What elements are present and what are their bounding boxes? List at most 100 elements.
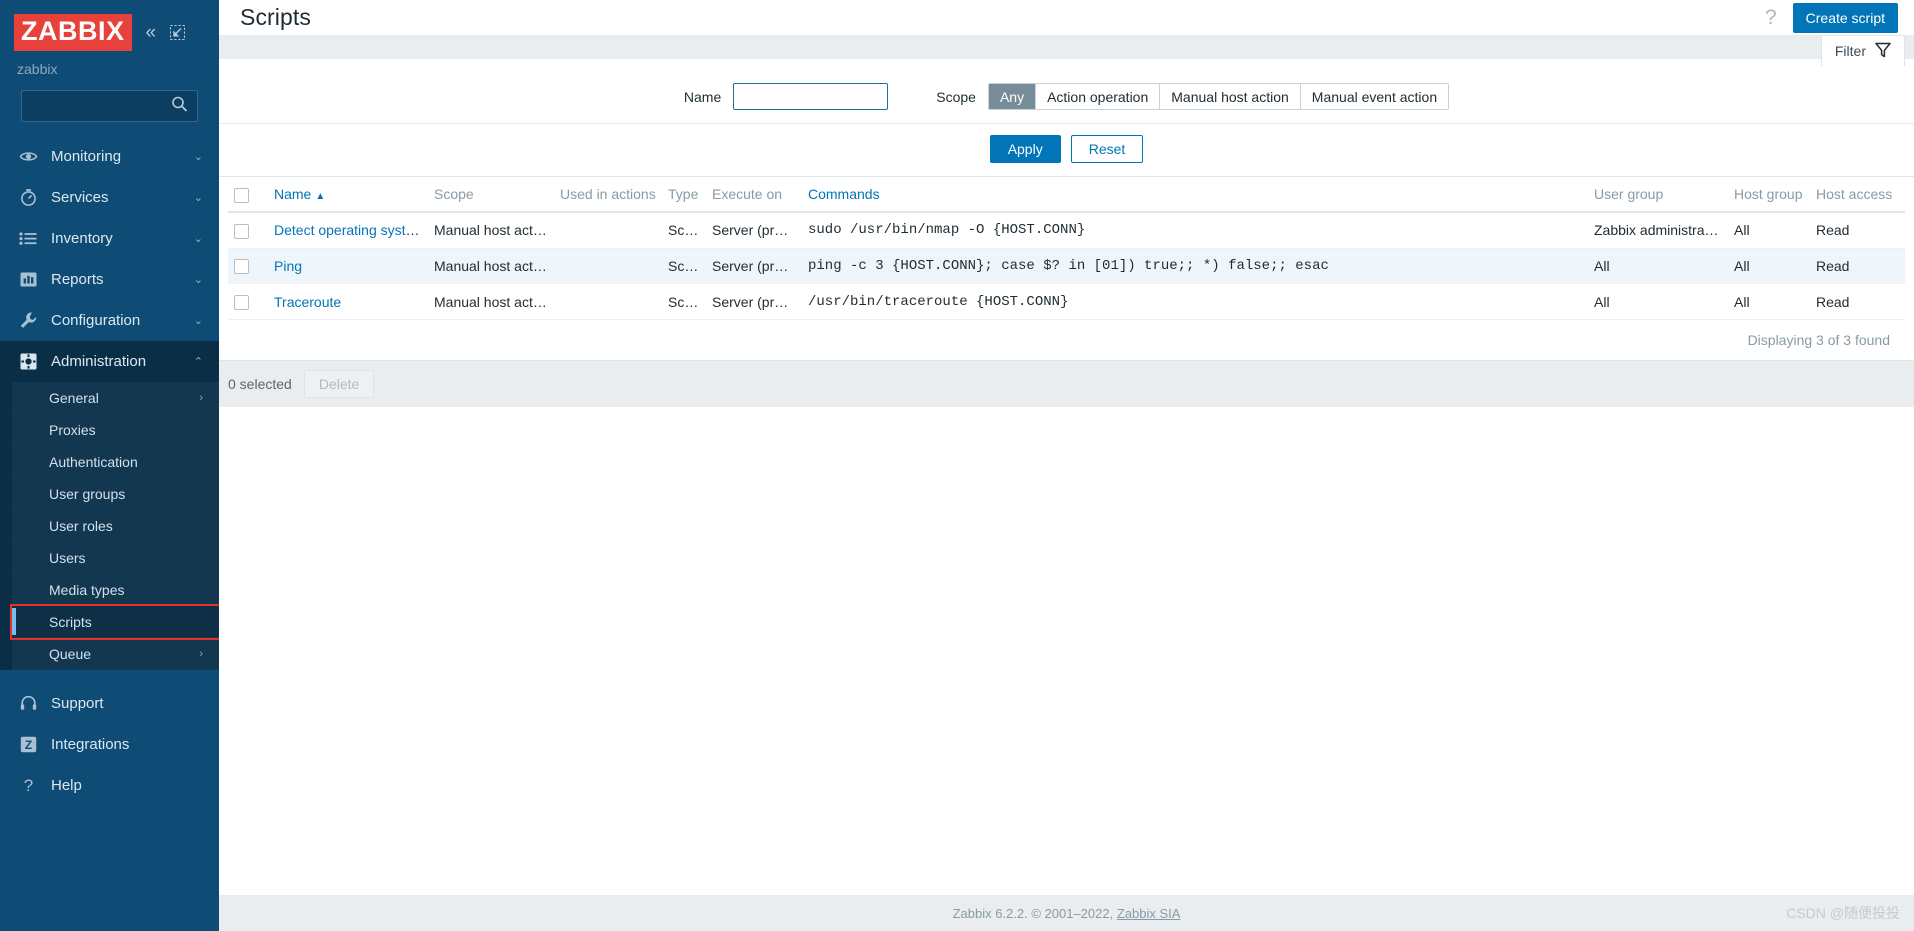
script-name-link[interactable]: Traceroute xyxy=(274,294,341,310)
column-header-name[interactable]: Name ▲ xyxy=(268,177,428,213)
zabbix-logo[interactable]: ZABBIX xyxy=(14,14,132,51)
row-host-access-cell: Read xyxy=(1810,248,1905,285)
scope-option-any[interactable]: Any xyxy=(988,84,1037,109)
sidebar-item-user-roles[interactable]: User roles xyxy=(12,510,219,542)
row-used-in-actions-cell xyxy=(554,283,662,321)
footer-copyright: Zabbix 6.2.2. © 2001–2022, Zabbix SIA xyxy=(953,906,1181,921)
row-used-in-actions-cell xyxy=(554,211,662,249)
sidebar-item-users[interactable]: Users xyxy=(12,542,219,574)
sidebar-item-monitoring[interactable]: Monitoring ⌄ xyxy=(0,136,219,177)
sidebar-subitem-label: Queue xyxy=(49,645,92,662)
sidebar-item-general[interactable]: General › xyxy=(12,382,219,414)
sidebar-item-integrations[interactable]: Z Integrations xyxy=(0,724,219,765)
table-head: Name ▲ Scope Used in actions Type Execute… xyxy=(228,177,1905,213)
question-mark-icon[interactable]: ? xyxy=(1765,7,1777,28)
page-title: Scripts xyxy=(240,4,311,30)
row-select-cell xyxy=(228,211,268,249)
chart-icon xyxy=(19,270,45,289)
search-input[interactable] xyxy=(21,90,198,122)
sidebar-item-scripts[interactable]: Scripts xyxy=(10,604,219,640)
page-footer: Zabbix 6.2.2. © 2001–2022, Zabbix SIA CS… xyxy=(219,895,1914,931)
clock-icon xyxy=(19,188,45,207)
sidebar-item-authentication[interactable]: Authentication xyxy=(12,446,219,478)
zabbix-sia-link[interactable]: Zabbix SIA xyxy=(1117,906,1181,921)
scope-filter-label: Scope xyxy=(936,88,976,105)
svg-text:?: ? xyxy=(24,776,33,795)
sidebar-bottom-nav: Support Z Integrations ? Help xyxy=(0,683,219,806)
sidebar-item-services[interactable]: Services ⌄ xyxy=(0,177,219,218)
select-all-checkbox[interactable] xyxy=(234,187,249,203)
table-body: Detect operating system Manual host acti… xyxy=(228,211,1905,321)
sidebar-item-user-groups[interactable]: User groups xyxy=(12,478,219,510)
row-command-cell: ping -c 3 {HOST.CONN}; case $? in [01]) … xyxy=(802,248,1588,285)
scope-segmented-control: Any Action operation Manual host action … xyxy=(987,83,1450,110)
row-scope-cell: Manual host action xyxy=(428,211,554,249)
sidebar-item-label: Integrations xyxy=(51,736,130,753)
chevron-up-icon: ⌃ xyxy=(193,356,203,368)
chevron-down-icon: ⌄ xyxy=(193,151,203,163)
delete-button[interactable]: Delete xyxy=(303,370,375,399)
row-used-in-actions-cell xyxy=(554,248,662,285)
sidebar-logo-row: ZABBIX « xyxy=(14,14,205,51)
filter-tab[interactable]: Filter xyxy=(1820,35,1905,66)
row-name-cell: Ping xyxy=(268,248,428,285)
expand-view-icon[interactable] xyxy=(170,25,186,40)
sidebar-item-support[interactable]: Support xyxy=(0,683,219,724)
row-checkbox[interactable] xyxy=(234,259,249,275)
row-host-group-cell: All xyxy=(1728,283,1810,321)
column-header-user-group: User group xyxy=(1588,177,1728,213)
server-name-label: zabbix xyxy=(17,61,58,77)
column-header-label: Name xyxy=(274,186,312,203)
scope-option-manual-host-action[interactable]: Manual host action xyxy=(1160,84,1301,109)
table-action-footer: 0 selected Delete xyxy=(219,360,1914,408)
row-execute-on-cell: Server (proxy) xyxy=(706,211,802,249)
row-select-cell xyxy=(228,248,268,285)
sidebar-item-media-types[interactable]: Media types xyxy=(12,574,219,606)
sidebar: ZABBIX « zabbix Monitoring ⌄ Services ⌄ … xyxy=(0,0,219,931)
reset-button[interactable]: Reset xyxy=(1070,135,1144,163)
footer-copyright-text: Zabbix 6.2.2. © 2001–2022, xyxy=(952,905,1117,921)
script-name-link[interactable]: Ping xyxy=(274,258,302,274)
sidebar-item-queue[interactable]: Queue › xyxy=(12,638,219,670)
apply-button[interactable]: Apply xyxy=(989,135,1061,163)
row-user-group-cell: All xyxy=(1588,248,1728,285)
table-row: Traceroute Manual host action Script Ser… xyxy=(228,283,1905,321)
list-icon xyxy=(19,229,45,248)
column-header-commands[interactable]: Commands xyxy=(802,177,1588,213)
sidebar-item-help[interactable]: ? Help xyxy=(0,765,219,806)
main-content: Scripts ? Create script Filter Name Scop… xyxy=(219,0,1914,931)
column-header-scope: Scope xyxy=(428,177,554,213)
create-script-button[interactable]: Create script xyxy=(1792,2,1898,33)
sidebar-item-label: Monitoring xyxy=(51,148,122,165)
zabbix-z-icon: Z xyxy=(19,735,45,754)
sort-ascending-icon: ▲ xyxy=(315,191,326,203)
sidebar-item-label: Reports xyxy=(51,271,104,288)
sidebar-item-administration[interactable]: Administration ⌃ xyxy=(0,341,219,382)
row-checkbox[interactable] xyxy=(234,223,249,239)
sidebar-item-reports[interactable]: Reports ⌄ xyxy=(0,259,219,300)
table-header-row: Name ▲ Scope Used in actions Type Execute… xyxy=(228,177,1905,213)
name-filter-input[interactable] xyxy=(733,83,889,110)
row-type-cell: Script xyxy=(662,248,706,285)
row-checkbox[interactable] xyxy=(234,295,249,311)
sidebar-item-configuration[interactable]: Configuration ⌄ xyxy=(0,300,219,341)
column-header-used-in-actions: Used in actions xyxy=(554,177,662,213)
row-user-group-cell: All xyxy=(1588,283,1728,321)
sidebar-subitem-label: Users xyxy=(49,549,86,566)
row-host-access-cell: Read xyxy=(1810,283,1905,321)
script-name-link[interactable]: Detect operating system xyxy=(274,222,425,238)
sidebar-item-inventory[interactable]: Inventory ⌄ xyxy=(0,218,219,259)
filter-panel: Name Scope Any Action operation Manual h… xyxy=(219,59,1914,177)
filter-fields-row: Name Scope Any Action operation Manual h… xyxy=(219,73,1914,123)
question-mark-icon: ? xyxy=(19,776,45,795)
chevron-down-icon: ⌄ xyxy=(193,233,203,245)
sidebar-item-label: Support xyxy=(51,695,104,712)
filter-actions: Apply Reset xyxy=(219,123,1914,176)
watermark-text: CSDN @随便投投 xyxy=(1786,905,1900,921)
headset-icon xyxy=(19,694,45,713)
scope-option-action-operation[interactable]: Action operation xyxy=(1036,84,1161,109)
sidebar-item-proxies[interactable]: Proxies xyxy=(12,414,219,446)
sidebar-search xyxy=(21,90,198,122)
scope-option-manual-event-action[interactable]: Manual event action xyxy=(1300,84,1449,109)
collapse-chevrons-icon[interactable]: « xyxy=(146,23,157,42)
